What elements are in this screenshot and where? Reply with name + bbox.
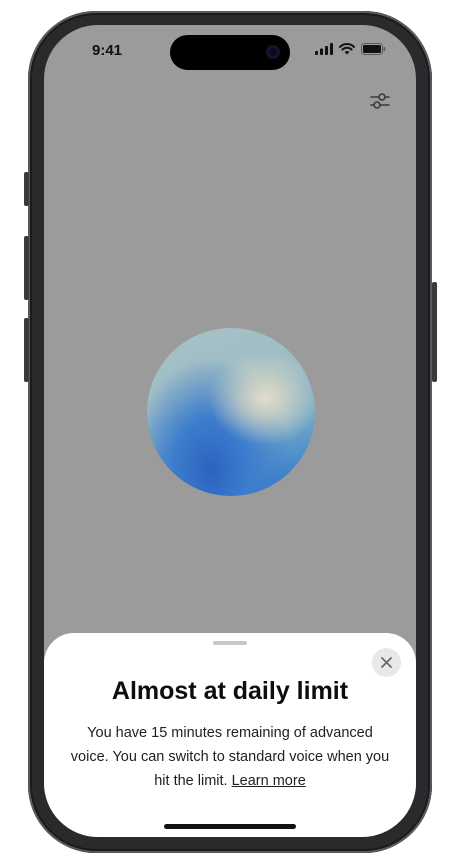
screen: 9:41 Almost at daily limit You have 15 m… (44, 25, 416, 837)
volume-up-button (24, 236, 29, 300)
status-bar: 9:41 (44, 25, 416, 77)
voice-orb (147, 328, 315, 496)
status-time: 9:41 (92, 42, 123, 59)
home-indicator[interactable] (164, 824, 296, 829)
settings-sliders-icon[interactable] (368, 89, 392, 113)
dynamic-island (170, 35, 290, 70)
battery-icon (361, 43, 386, 55)
sheet-message: You have 15 minutes remaining of advance… (70, 721, 390, 793)
sheet-message-text: You have 15 minutes remaining of advance… (70, 725, 390, 789)
power-button (432, 282, 437, 382)
learn-more-link[interactable]: Learn more (232, 773, 306, 789)
front-camera-icon (266, 45, 280, 59)
sheet-title: Almost at daily limit (111, 677, 349, 705)
wifi-icon (339, 43, 355, 55)
sheet-grabber[interactable] (213, 641, 247, 645)
limit-bottom-sheet: Almost at daily limit You have 15 minute… (44, 633, 416, 837)
close-icon (381, 657, 392, 668)
status-icons (315, 43, 386, 55)
cellular-signal-icon (315, 43, 333, 55)
action-button (24, 172, 29, 206)
close-button[interactable] (372, 648, 401, 677)
volume-down-button (24, 318, 29, 382)
